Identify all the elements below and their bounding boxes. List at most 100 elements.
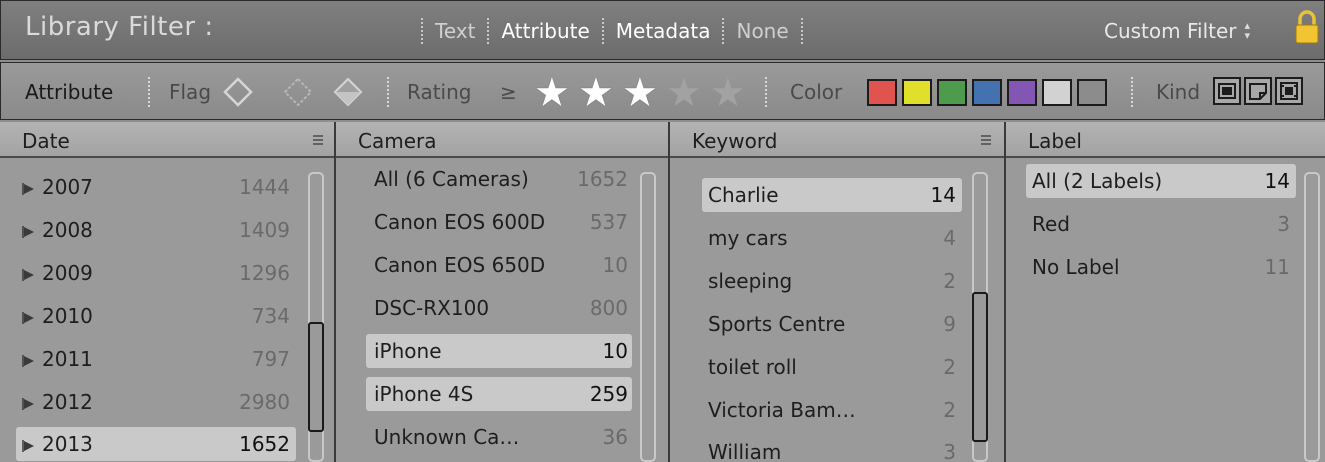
date-count: 797 [251, 347, 290, 371]
color-label: Color [790, 80, 843, 104]
date-label: 2008 [42, 218, 93, 242]
tab-divider [487, 18, 490, 44]
master-photo-icon[interactable] [1213, 77, 1241, 105]
expand-triangle-icon[interactable] [22, 354, 36, 368]
camera-label: Canon EOS 600D [374, 210, 546, 234]
camera-row[interactable]: DSC-RX100 800 [366, 291, 632, 325]
color-green-swatch[interactable] [937, 79, 967, 106]
date-row-2007[interactable]: 2007 1444 [16, 170, 300, 204]
date-label: 2009 [42, 261, 93, 285]
attribute-label: Attribute [25, 80, 114, 104]
keyword-count: 14 [930, 183, 956, 207]
date-row-2013[interactable]: 2013 1652 [16, 427, 296, 461]
date-row-2010[interactable]: 2010 734 [16, 299, 300, 333]
rating-operator[interactable]: ≥ [500, 80, 517, 104]
label-row-selected[interactable]: All (2 Labels) 14 [1026, 164, 1296, 198]
lock-icon[interactable] [1294, 9, 1320, 45]
camera-row[interactable]: Canon EOS 600D 537 [366, 205, 632, 239]
custom-filter-dropdown[interactable]: Custom Filter ▴ ▾ [1104, 19, 1250, 43]
divider [1131, 77, 1133, 107]
date-count: 1652 [239, 432, 290, 456]
rating-star-1[interactable]: ★ [534, 73, 570, 113]
virtual-copy-icon[interactable] [1244, 77, 1272, 105]
camera-label: iPhone 4S [374, 382, 474, 406]
camera-label: iPhone [374, 339, 442, 363]
tab-none[interactable]: None [736, 19, 788, 43]
keyword-row[interactable]: William 3 [702, 435, 962, 462]
keyword-column-header[interactable]: Keyword [670, 122, 1004, 158]
tab-divider [800, 18, 803, 44]
date-label: 2007 [42, 175, 93, 199]
label-row[interactable]: Red 3 [1026, 207, 1296, 241]
date-row-2012[interactable]: 2012 2980 [16, 385, 300, 419]
label-column: Label All (2 Labels) 14 Red 3 No Label 1… [1006, 122, 1325, 462]
date-count: 2980 [239, 390, 290, 414]
color-purple-swatch[interactable] [1007, 79, 1037, 106]
picked-flag-icon[interactable] [223, 77, 253, 107]
date-row-2009[interactable]: 2009 1296 [16, 256, 300, 290]
date-row-2008[interactable]: 2008 1409 [16, 213, 300, 247]
expand-triangle-icon[interactable] [22, 268, 36, 282]
rating-star-2[interactable]: ★ [578, 73, 614, 113]
camera-row[interactable]: Unknown Ca… 36 [366, 420, 632, 454]
tab-text[interactable]: Text [435, 19, 475, 43]
camera-column-header[interactable]: Camera [336, 122, 668, 158]
label-name: No Label [1032, 255, 1120, 279]
keyword-count: 2 [943, 269, 956, 293]
expand-triangle-icon[interactable] [22, 397, 36, 411]
color-custom-swatch[interactable] [1042, 79, 1072, 106]
keyword-row-selected[interactable]: Charlie 14 [702, 178, 962, 212]
metadata-columns: Date 2007 1444 2008 1409 2009 1296 2010 … [0, 122, 1325, 462]
color-yellow-swatch[interactable] [902, 79, 932, 106]
rating-star-3[interactable]: ★ [622, 73, 658, 113]
keyword-label: sleeping [708, 269, 793, 293]
camera-scrollbar[interactable] [640, 172, 656, 462]
column-header-label: Date [22, 129, 70, 153]
keyword-scroll-thumb[interactable] [972, 292, 988, 442]
color-red-swatch[interactable] [867, 79, 897, 106]
camera-row-selected[interactable]: iPhone 4S 259 [366, 377, 632, 411]
expand-triangle-icon[interactable] [22, 439, 36, 453]
camera-row[interactable]: Canon EOS 650D 10 [366, 248, 632, 282]
keyword-label: Sports Centre [708, 312, 846, 336]
label-row[interactable]: No Label 11 [1026, 250, 1296, 284]
unflagged-icon[interactable] [283, 77, 313, 107]
label-count: 14 [1264, 169, 1290, 193]
rejected-flag-icon[interactable] [333, 77, 363, 107]
camera-count: 10 [602, 253, 628, 277]
color-none-swatch[interactable] [1077, 79, 1107, 106]
keyword-column: Keyword Charlie 14 my cars 4 sleeping 2 … [670, 122, 1006, 462]
date-row-2011[interactable]: 2011 797 [16, 342, 300, 376]
date-count: 1409 [239, 218, 290, 242]
camera-row-selected[interactable]: iPhone 10 [366, 334, 632, 368]
expand-triangle-icon[interactable] [22, 225, 36, 239]
keyword-row[interactable]: Victoria Bam… 2 [702, 393, 962, 427]
camera-label: Canon EOS 650D [374, 253, 546, 277]
kind-label: Kind [1156, 80, 1201, 104]
label-count: 3 [1277, 212, 1290, 236]
date-column-header[interactable]: Date [0, 122, 334, 158]
keyword-row[interactable]: my cars 4 [702, 221, 962, 255]
tab-metadata[interactable]: Metadata [616, 19, 711, 43]
keyword-row[interactable]: toilet roll 2 [702, 350, 962, 384]
rating-star-4[interactable]: ★ [666, 73, 702, 113]
tab-attribute[interactable]: Attribute [501, 19, 589, 43]
rating-star-5[interactable]: ★ [710, 73, 746, 113]
tab-divider [421, 18, 423, 44]
camera-row[interactable]: All (6 Cameras) 1652 [366, 162, 632, 196]
video-icon[interactable] [1275, 77, 1303, 105]
date-scroll-thumb[interactable] [308, 322, 324, 432]
label-scrollbar[interactable] [1304, 172, 1320, 462]
column-menu-icon[interactable] [980, 134, 992, 146]
keyword-label: Victoria Bam… [708, 398, 856, 422]
flag-label: Flag [169, 80, 212, 104]
column-menu-icon[interactable] [312, 134, 324, 146]
keyword-count: 3 [943, 440, 956, 462]
expand-triangle-icon[interactable] [22, 311, 36, 325]
expand-triangle-icon[interactable] [22, 182, 36, 196]
label-column-header[interactable]: Label [1006, 122, 1325, 158]
keyword-row[interactable]: Sports Centre 9 [702, 307, 962, 341]
keyword-row[interactable]: sleeping 2 [702, 264, 962, 298]
camera-count: 1652 [577, 167, 628, 191]
color-blue-swatch[interactable] [972, 79, 1002, 106]
